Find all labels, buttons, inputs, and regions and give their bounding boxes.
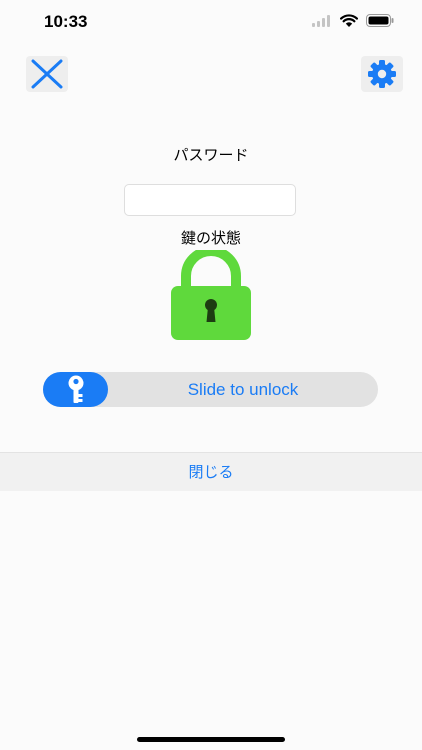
key-icon — [68, 375, 83, 403]
slide-to-unlock-track[interactable]: Slide to unlock — [43, 372, 378, 407]
settings-button[interactable] — [361, 56, 403, 92]
password-input[interactable] — [124, 184, 296, 216]
slide-to-unlock-label: Slide to unlock — [187, 380, 299, 399]
status-time: 10:33 — [44, 12, 88, 31]
status-icons — [312, 14, 394, 27]
battery-icon — [366, 14, 394, 27]
wifi-icon — [340, 14, 358, 27]
close-bar[interactable]: 閉じる — [0, 452, 422, 491]
home-indicator — [137, 737, 285, 742]
close-button[interactable] — [26, 56, 68, 92]
password-label: パスワード — [173, 146, 249, 164]
gear-icon — [368, 60, 396, 88]
cellular-signal-icon — [312, 14, 330, 27]
padlock-locked-icon — [171, 250, 251, 340]
lock-status-label: 鍵の状態 — [180, 229, 241, 247]
slider-knob[interactable] — [43, 372, 108, 407]
close-x-icon — [31, 59, 63, 89]
close-bar-label: 閉じる — [188, 463, 234, 481]
status-bar: 10:33 — [0, 0, 422, 44]
